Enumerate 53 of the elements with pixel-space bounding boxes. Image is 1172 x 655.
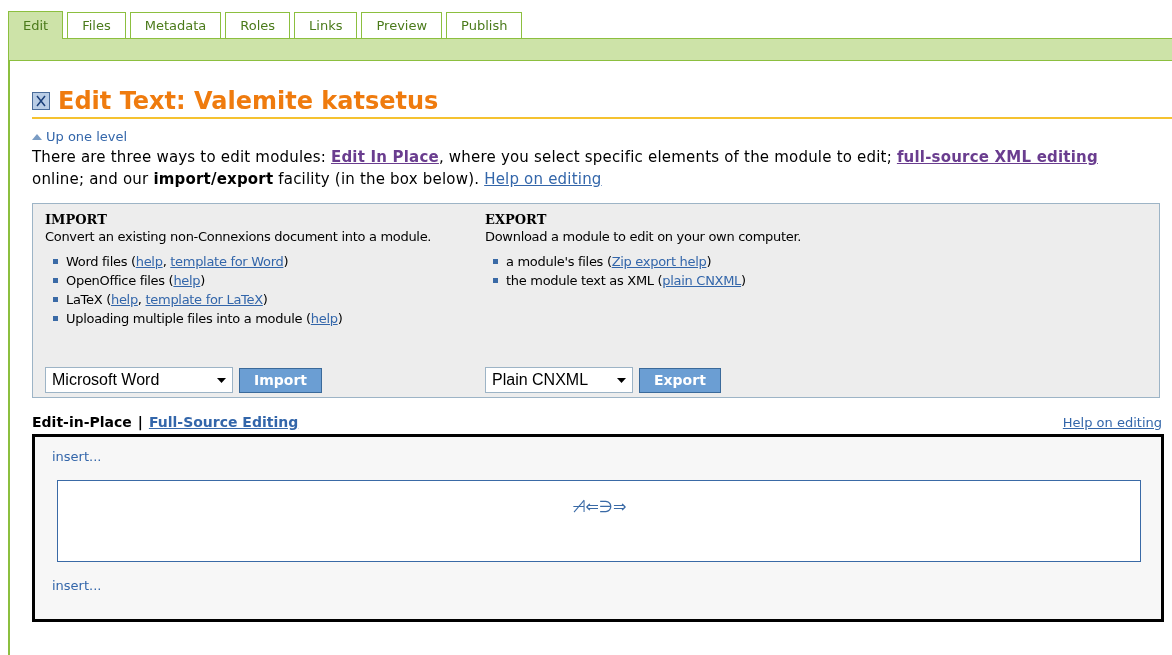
bullet-icon xyxy=(53,259,58,264)
list-item: LaTeX (help, template for LaTeX) xyxy=(66,292,268,307)
link[interactable]: Edit In Place xyxy=(331,148,439,166)
tab[interactable]: Roles xyxy=(225,12,291,38)
insert-link[interactable]: insert... xyxy=(52,578,102,593)
separator: | xyxy=(137,414,143,430)
bullet-icon xyxy=(493,278,498,283)
tab[interactable]: Preview xyxy=(361,12,443,38)
bullet-icon xyxy=(53,278,58,283)
insert-link[interactable]: insert... xyxy=(52,449,102,464)
tab[interactable]: Files xyxy=(67,12,126,38)
mode-tab[interactable]: Edit-in-Place xyxy=(32,414,132,430)
xml-file-icon xyxy=(32,92,50,110)
section-description: Convert an existing non-Connexions document into a module. xyxy=(45,229,433,244)
up-arrow-icon xyxy=(32,133,42,140)
list-item: the module text as XML (plain CNXML) xyxy=(506,273,746,288)
mode-tab[interactable]: Full-Source Editing xyxy=(148,414,299,430)
list-item: OpenOffice files (help) xyxy=(66,273,206,288)
link[interactable]: help xyxy=(110,292,138,307)
link[interactable]: Help on editing xyxy=(484,170,602,188)
formula-block[interactable]: ⊣̸⇐∋⇒ xyxy=(57,480,1141,562)
link[interactable]: help xyxy=(135,254,163,269)
format-select[interactable]: Microsoft Word xyxy=(45,367,233,393)
list-item: Word files (help, template for Word) xyxy=(66,254,289,269)
link[interactable]: Zip export help xyxy=(611,254,707,269)
caret-icon xyxy=(617,377,626,383)
list-item: a module's files (Zip export help) xyxy=(506,254,712,269)
section-heading: IMPORT xyxy=(45,212,108,227)
list-item: Uploading multiple files into a module (help) xyxy=(66,311,343,326)
intro-paragraph: There are three ways to edit modules: Edit In Place, where you select specific elements of the module to edit; full-source XML editing online; and our import/export facility (in the box below). Help on editing xyxy=(32,147,1099,190)
tab[interactable]: Links xyxy=(294,12,358,38)
section-heading: EXPORT xyxy=(485,212,548,227)
import-button[interactable]: Import xyxy=(239,367,323,393)
section-description: Download a module to edit on your own computer. xyxy=(485,229,803,244)
tab[interactable]: Edit xyxy=(8,11,64,39)
tab[interactable]: Publish xyxy=(446,12,523,38)
link[interactable]: help xyxy=(173,273,201,288)
up-one-level-link[interactable]: Up one level xyxy=(46,129,128,144)
help-link[interactable]: Help on editing xyxy=(1062,414,1162,430)
caret-icon xyxy=(217,377,226,383)
formula-text: ⊣̸⇐∋⇒ xyxy=(571,497,627,517)
link[interactable]: help xyxy=(310,311,338,326)
export-button[interactable]: Export xyxy=(639,367,721,393)
tab[interactable]: Metadata xyxy=(129,12,222,38)
link[interactable]: template for Word xyxy=(170,254,284,269)
format-select[interactable]: Plain CNXML xyxy=(485,367,633,393)
link[interactable]: plain CNXML xyxy=(662,273,742,288)
bullet-icon xyxy=(53,297,58,302)
link[interactable]: full-source XML editing xyxy=(896,148,1098,166)
link[interactable]: template for LaTeX xyxy=(145,292,263,307)
bullet-icon xyxy=(493,259,498,264)
page-title: Edit Text: Valemite katsetus xyxy=(58,87,439,115)
bullet-icon xyxy=(53,316,58,321)
